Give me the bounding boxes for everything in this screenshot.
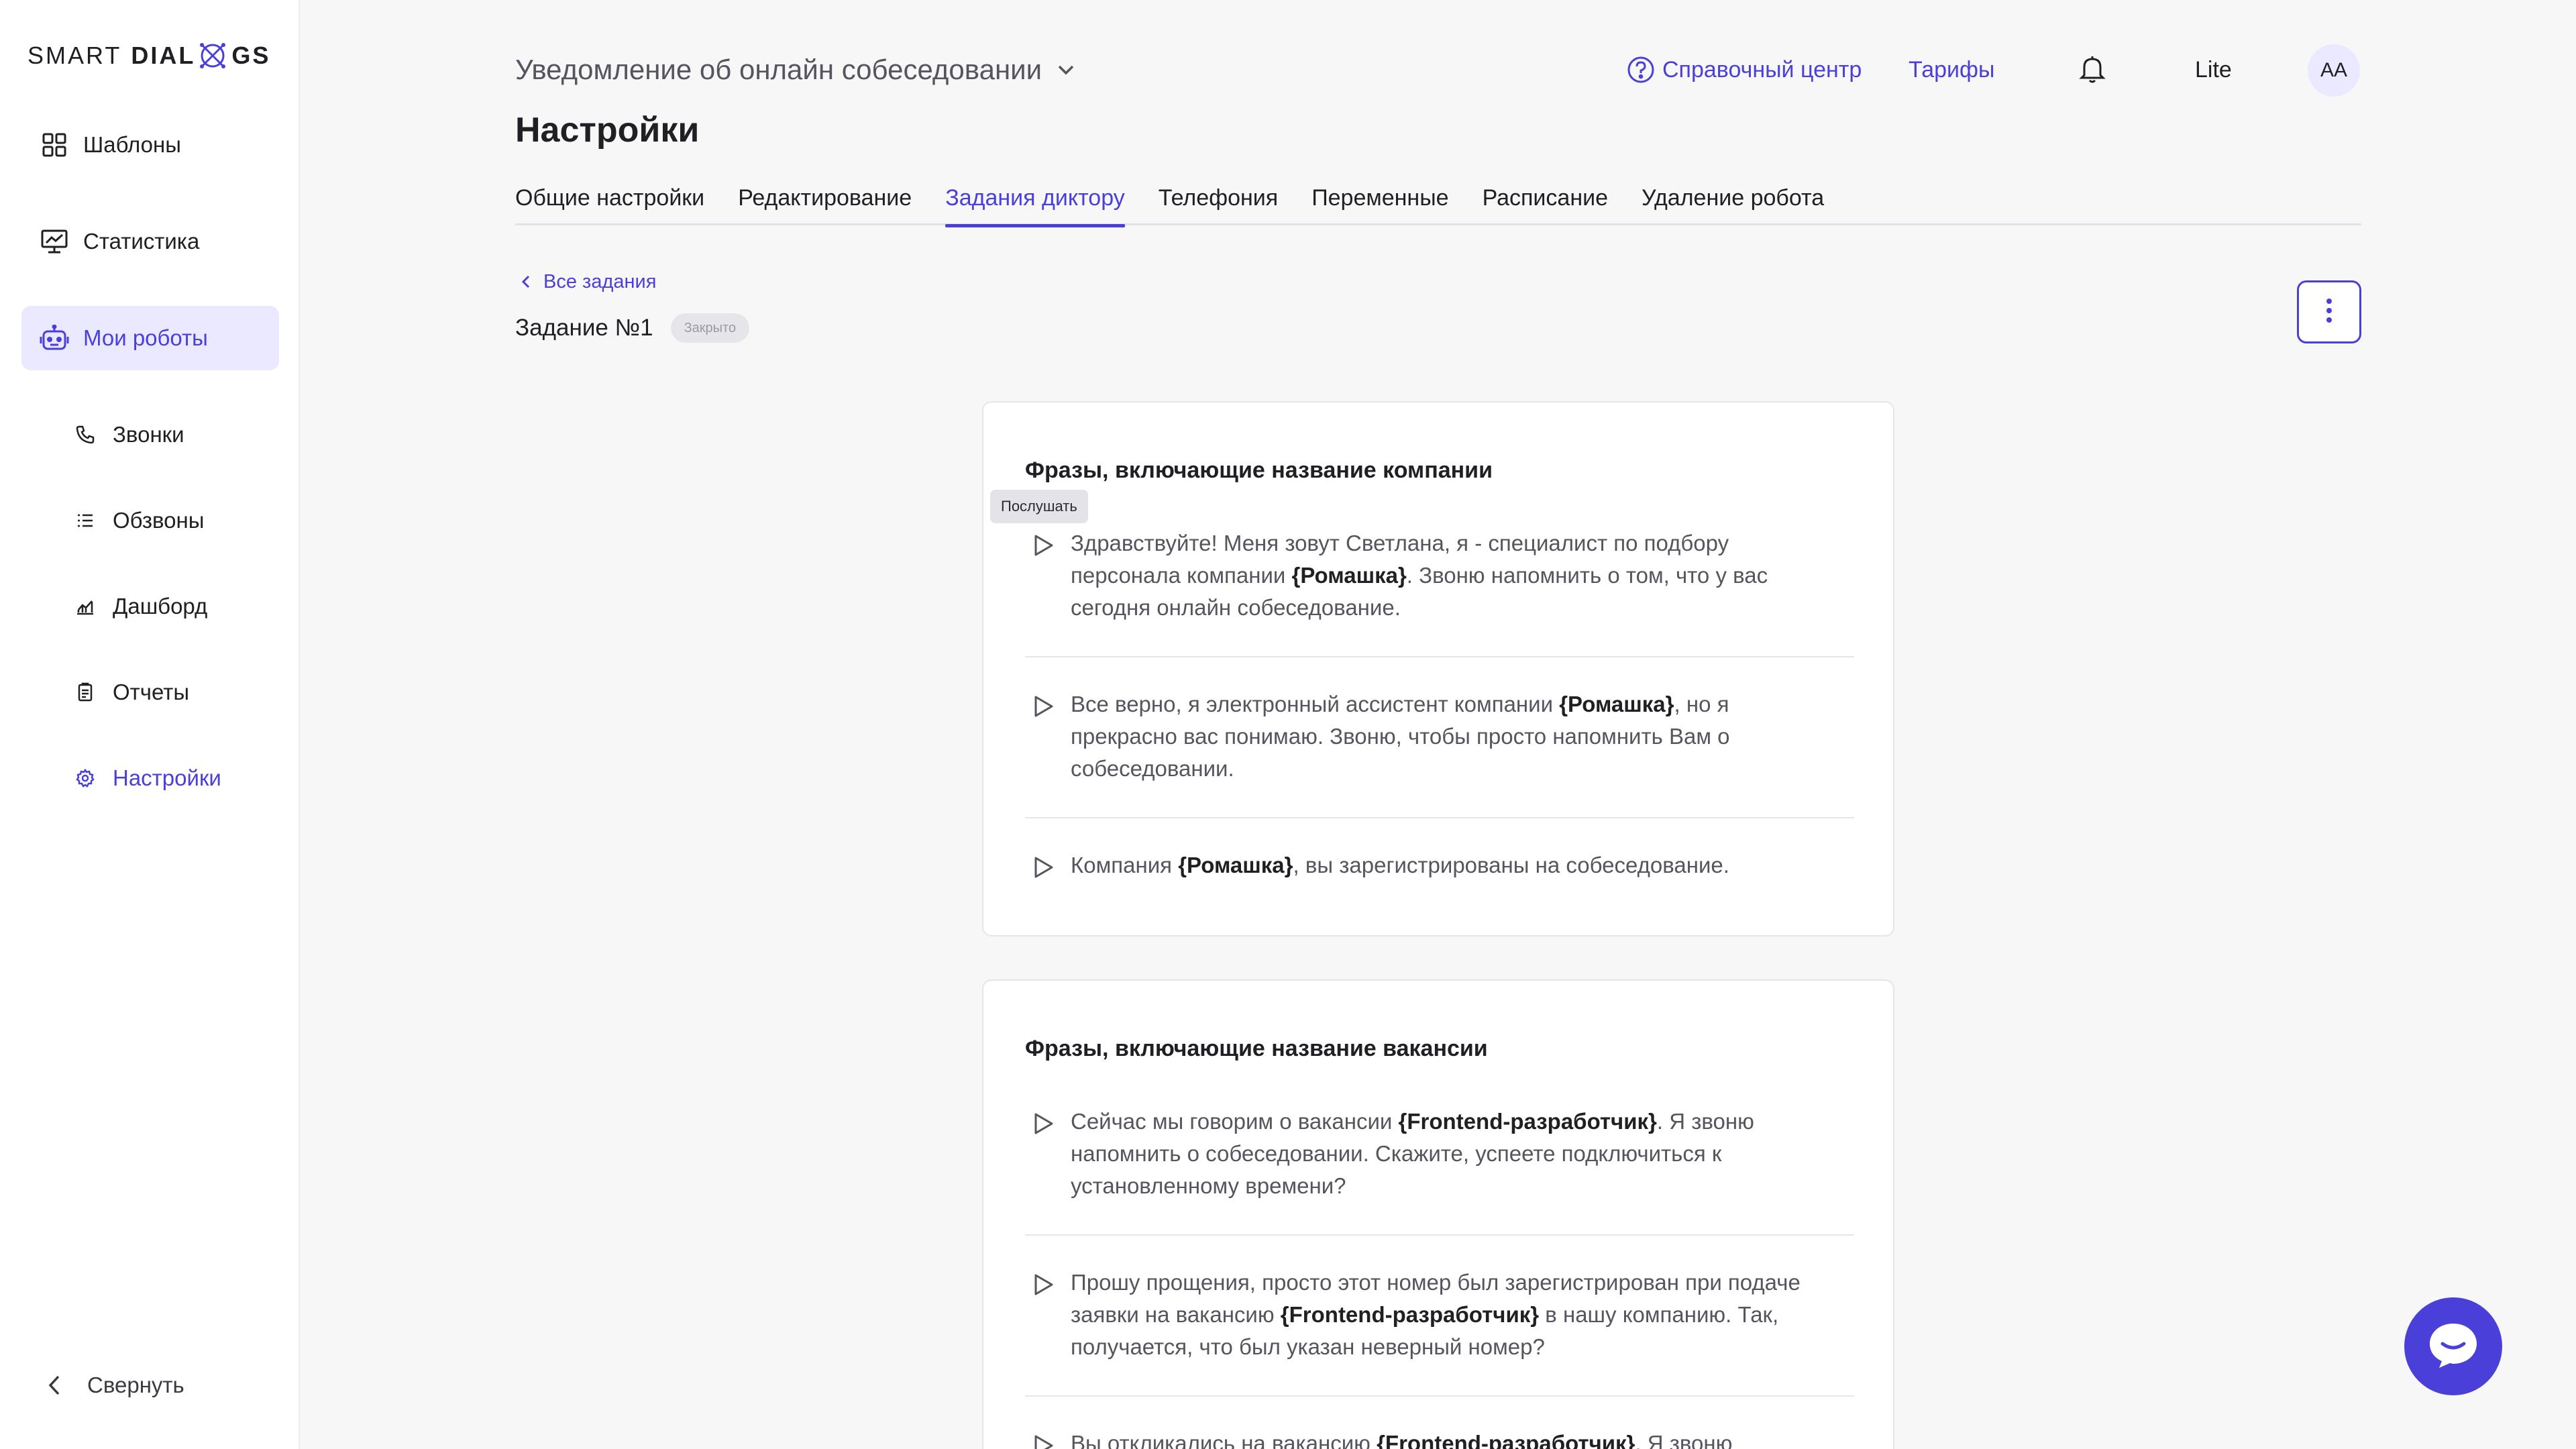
tab-telephony[interactable]: Телефония xyxy=(1159,181,1278,225)
sidebar-item-my-robots[interactable]: Мои роботы xyxy=(21,306,279,370)
more-vertical-icon xyxy=(2325,296,2333,329)
sidebar-subitem-label: Обзвоны xyxy=(113,508,205,533)
back-link-label: Все задания xyxy=(543,270,657,292)
play-icon[interactable] xyxy=(1030,1272,1056,1297)
sidebar-subitem-label: Отчеты xyxy=(113,680,190,704)
tab-delete-robot[interactable]: Удаление робота xyxy=(1642,181,1824,225)
help-center-link[interactable]: Справочный центр xyxy=(1626,51,1862,89)
chart-monitor-icon xyxy=(39,226,70,257)
list-icon xyxy=(74,509,97,532)
chat-bubble-icon xyxy=(2424,1318,2482,1375)
report-icon xyxy=(74,681,97,704)
tab-schedule[interactable]: Расписание xyxy=(1483,181,1608,225)
card-title: Фразы, включающие название компании xyxy=(1025,458,1493,483)
sidebar-subitem-label: Настройки xyxy=(113,765,221,790)
phrase-text: Компания {Ромашка}, вы зарегистрированы … xyxy=(1071,853,1729,877)
play-icon[interactable] xyxy=(1030,694,1056,719)
question-circle-icon xyxy=(1626,55,1656,85)
divider xyxy=(1025,817,1854,818)
chat-button[interactable] xyxy=(2404,1297,2502,1395)
sidebar-subitem-label: Дашборд xyxy=(113,594,208,619)
phrase-card-vacancy: Фразы, включающие название вакансии Сейч… xyxy=(982,979,1894,1449)
task-header: Задание №1 Закрыто xyxy=(515,311,750,345)
phrase-item: Здравствуйте! Меня зовут Светлана, я - с… xyxy=(1025,527,1854,628)
grid-icon xyxy=(39,129,70,160)
sidebar-subitem-settings[interactable]: Настройки xyxy=(74,758,221,798)
play-icon[interactable] xyxy=(1030,1433,1056,1449)
settings-tabs: Общие настройки Редактирование Задания д… xyxy=(515,181,2361,227)
chevron-left-icon xyxy=(518,273,535,290)
tariffs-link[interactable]: Тарифы xyxy=(1909,51,1994,89)
phrase-text: Здравствуйте! Меня зовут Светлана, я - с… xyxy=(1071,531,1768,620)
phrase-item: Все верно, я электронный ассистент компа… xyxy=(1025,688,1854,789)
phrase-text: Прошу прощения, просто этот номер был за… xyxy=(1071,1270,1801,1359)
page-title: Настройки xyxy=(515,111,700,150)
dashboard-icon xyxy=(74,595,97,618)
sidebar: SMART DIAL GS Шаблоны Статистика Мои роб… xyxy=(0,0,300,1449)
settings-icon xyxy=(74,767,97,790)
robot-selector[interactable]: Уведомление об онлайн собеседовании xyxy=(515,48,1078,91)
robot-icon xyxy=(39,323,70,354)
task-title: Задание №1 xyxy=(515,315,653,341)
tab-editing[interactable]: Редактирование xyxy=(738,181,912,225)
help-center-label: Справочный центр xyxy=(1662,56,1862,83)
sidebar-item-label: Шаблоны xyxy=(83,132,181,157)
logo-text-right-2: GS xyxy=(231,42,271,69)
phrase-card-company: Фразы, включающие название компании Здра… xyxy=(982,401,1894,936)
sidebar-item-templates[interactable]: Шаблоны xyxy=(21,113,279,177)
chevron-left-icon xyxy=(42,1372,68,1399)
phrase-text: Все верно, я электронный ассистент компа… xyxy=(1071,692,1730,781)
sidebar-subitem-dashboard[interactable]: Дашборд xyxy=(74,586,207,627)
all-tasks-back-link[interactable]: Все задания xyxy=(518,268,656,295)
play-icon[interactable] xyxy=(1030,533,1056,558)
phrase-item: Компания {Ромашка}, вы зарегистрированы … xyxy=(1025,849,1854,890)
phrase-item: Прошу прощения, просто этот номер был за… xyxy=(1025,1267,1854,1367)
logo-text-right: DIAL xyxy=(131,42,196,69)
phrase-item: Сейчас мы говорим о вакансии {Frontend-р… xyxy=(1025,1106,1854,1206)
divider xyxy=(1025,1234,1854,1236)
sidebar-subitem-reports[interactable]: Отчеты xyxy=(74,672,189,712)
sidebar-subitem-campaigns[interactable]: Обзвоны xyxy=(74,500,204,541)
divider xyxy=(1025,656,1854,657)
collapse-label: Свернуть xyxy=(87,1373,184,1397)
play-icon[interactable] xyxy=(1030,855,1056,880)
robot-name: Уведомление об онлайн собеседовании xyxy=(515,54,1042,85)
sidebar-item-label: Мои роботы xyxy=(83,325,208,350)
divider xyxy=(1025,1395,1854,1397)
more-options-button[interactable] xyxy=(2297,280,2361,343)
sidebar-subitem-label: Звонки xyxy=(113,422,184,447)
sidebar-subitem-calls[interactable]: Звонки xyxy=(74,415,184,455)
collapse-sidebar-button[interactable]: Свернуть xyxy=(42,1362,184,1409)
tab-general-settings[interactable]: Общие настройки xyxy=(515,181,704,225)
status-badge: Закрыто xyxy=(670,313,750,343)
tab-variables[interactable]: Переменные xyxy=(1311,181,1448,225)
plan-label: Lite xyxy=(2195,56,2232,83)
logo[interactable]: SMART DIAL GS xyxy=(28,32,270,79)
logo-text-left: SMART xyxy=(28,42,122,69)
listen-tooltip: Послушать xyxy=(990,490,1088,523)
bell-icon[interactable] xyxy=(2076,52,2109,86)
tab-announcer-tasks[interactable]: Задания диктору xyxy=(945,181,1125,227)
play-icon[interactable] xyxy=(1030,1111,1056,1136)
phrase-text: Вы откликались на вакансию {Frontend-раз… xyxy=(1071,1431,1733,1449)
phone-icon xyxy=(74,423,97,446)
sidebar-item-label: Статистика xyxy=(83,229,200,254)
sidebar-item-statistics[interactable]: Статистика xyxy=(21,209,279,274)
chevron-down-icon xyxy=(1054,58,1078,82)
card-title: Фразы, включающие название вакансии xyxy=(1025,1036,1488,1061)
logo-mark-icon xyxy=(197,40,229,72)
avatar[interactable]: AA xyxy=(2308,44,2360,97)
phrase-text: Сейчас мы говорим о вакансии {Frontend-р… xyxy=(1071,1109,1754,1198)
phrase-item: Вы откликались на вакансию {Frontend-раз… xyxy=(1025,1428,1854,1449)
